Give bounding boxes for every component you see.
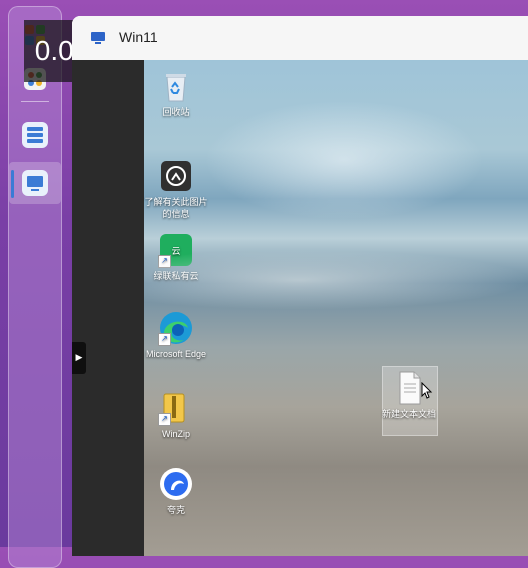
icon-label: 新建文本文档: [381, 409, 436, 419]
icon-label: Microsoft Edge: [145, 349, 207, 359]
window-titlebar[interactable]: Win11: [72, 16, 528, 61]
icon-label: WinZip: [161, 429, 190, 439]
shortcut-arrow-icon: ↗: [158, 413, 171, 426]
chevron-right-icon: ▶: [75, 353, 83, 363]
icon-label: 回收站: [162, 107, 190, 117]
desktop-icon-recycle-bin[interactable]: 回收站: [144, 68, 208, 118]
vm-side-panel: ▶: [72, 60, 144, 556]
monitor-icon: [91, 32, 105, 44]
guest-desktop[interactable]: 回收站 了解有关此图片的信息 云 ↗ 绿联私有云 ↗ Microsoft Edg…: [144, 60, 528, 556]
ugreen-cloud-icon: 云 ↗: [158, 232, 194, 268]
dock-active-indicator: [11, 170, 14, 198]
virtual-machine-icon[interactable]: [21, 169, 49, 197]
window-title: Win11: [119, 29, 158, 45]
icon-label: 了解有关此图片的信息: [144, 197, 208, 219]
host-dock: [8, 6, 62, 568]
svg-text:云: 云: [171, 247, 180, 257]
desktop-icon-winzip[interactable]: ↗ WinZip: [144, 390, 208, 440]
quark-icon: [158, 466, 194, 502]
dock-separator: [21, 101, 49, 102]
vm-window: Win11 ▶ 回收站 了解有关此图片的信息 云 ↗ 绿联私有云 ↗ Micro…: [72, 16, 528, 556]
icon-label: 绿联私有云: [153, 271, 199, 281]
desktop-icon-edge[interactable]: ↗ Microsoft Edge: [144, 310, 208, 360]
shortcut-arrow-icon: ↗: [158, 333, 171, 346]
camera-info-icon: [158, 158, 194, 194]
desktop-icon-ugreen[interactable]: 云 ↗ 绿联私有云: [144, 232, 208, 282]
icon-label: 夸克: [166, 505, 185, 515]
edge-icon: ↗: [158, 310, 194, 346]
shortcut-arrow-icon: ↗: [158, 255, 171, 268]
storage-manager-icon[interactable]: [21, 121, 49, 149]
mouse-cursor-icon: [421, 382, 433, 399]
desktop-icon-learn-picture[interactable]: 了解有关此图片的信息: [144, 158, 208, 220]
expand-panel-button[interactable]: ▶: [72, 342, 86, 374]
winzip-icon: ↗: [158, 390, 194, 426]
desktop-icon-quark[interactable]: 夸克: [144, 466, 208, 516]
recycle-bin-icon: [158, 68, 194, 104]
